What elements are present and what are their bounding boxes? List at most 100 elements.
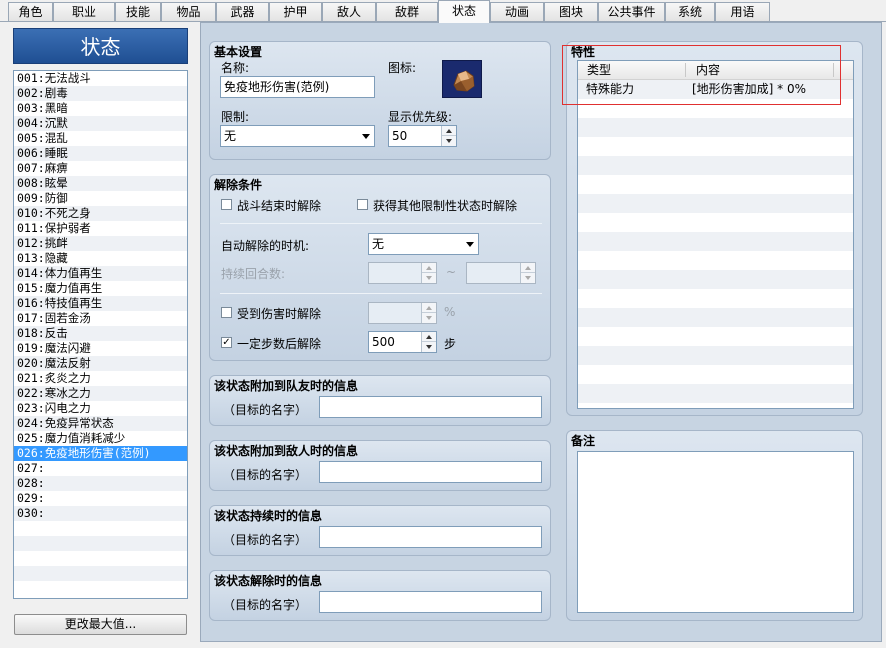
message-persist-panel: 该状态持续时的信息 （目标的名字） <box>209 505 551 556</box>
tab-terms[interactable]: 用语 <box>715 2 770 21</box>
message-ally-input[interactable] <box>319 396 542 418</box>
message-remove-panel: 该状态解除时的信息 （目标的名字） <box>209 570 551 621</box>
tab-armors[interactable]: 护甲 <box>269 2 322 21</box>
steps-label: 一定步数后解除 <box>237 337 322 351</box>
traits-table[interactable]: 类型 内容 特殊能力 [地形伤害加成] * 0% <box>577 60 854 409</box>
tab-tilesets[interactable]: 图块 <box>544 2 598 21</box>
restrict-checkbox[interactable] <box>357 199 368 210</box>
list-item[interactable]: 029: <box>14 491 187 506</box>
table-row[interactable] <box>578 175 853 194</box>
battle-end-checkbox[interactable] <box>221 199 232 210</box>
priority-label: 显示优先级: <box>388 110 453 124</box>
auto-timing-select[interactable]: 无 <box>368 233 479 255</box>
restriction-select[interactable]: 无 <box>220 125 375 147</box>
tab-system[interactable]: 系统 <box>665 2 715 21</box>
spin-buttons[interactable] <box>421 332 436 352</box>
table-row[interactable] <box>578 232 853 251</box>
table-row[interactable] <box>578 308 853 327</box>
message-persist-input[interactable] <box>319 526 542 548</box>
tab-common-events[interactable]: 公共事件 <box>598 2 665 21</box>
table-row[interactable] <box>578 118 853 137</box>
change-max-button[interactable]: 更改最大值... <box>14 614 187 635</box>
message-ally-prefix: （目标的名字） <box>223 403 308 417</box>
list-item[interactable]: 023:闪电之力 <box>14 401 187 416</box>
spin-buttons[interactable] <box>441 126 456 146</box>
list-item[interactable]: 006:睡眠 <box>14 146 187 161</box>
list-item[interactable]: 008:眩晕 <box>14 176 187 191</box>
list-item[interactable]: 002:剧毒 <box>14 86 187 101</box>
list-item[interactable]: 018:反击 <box>14 326 187 341</box>
tab-troops[interactable]: 敌群 <box>376 2 438 21</box>
list-item[interactable]: 010:不死之身 <box>14 206 187 221</box>
tab-skills[interactable]: 技能 <box>115 2 161 21</box>
turns-max-stepper[interactable] <box>466 262 536 284</box>
table-row[interactable] <box>578 156 853 175</box>
tab-actors[interactable]: 角色 <box>8 2 53 21</box>
state-icon-picker[interactable] <box>442 60 482 98</box>
list-item[interactable]: 017:固若金汤 <box>14 311 187 326</box>
damage-stepper[interactable] <box>368 302 437 324</box>
list-item[interactable]: 025:魔力值消耗减少 <box>14 431 187 446</box>
tab-enemies[interactable]: 敌人 <box>322 2 376 21</box>
table-row[interactable] <box>578 270 853 289</box>
list-item[interactable]: 001:无法战斗 <box>14 71 187 86</box>
basic-settings-panel: 基本设置 名称: 免疫地形伤害(范例) 图标: 限制: 无 显示优先级: 50 <box>209 41 551 160</box>
list-item[interactable]: 013:隐藏 <box>14 251 187 266</box>
spin-buttons[interactable] <box>421 303 436 323</box>
table-row[interactable] <box>578 289 853 308</box>
list-item[interactable]: 005:混乱 <box>14 131 187 146</box>
damage-unit: % <box>444 305 456 319</box>
list-item[interactable]: 030: <box>14 506 187 521</box>
tab-weapons[interactable]: 武器 <box>216 2 269 21</box>
list-item[interactable]: 004:沉默 <box>14 116 187 131</box>
list-item[interactable]: 014:体力值再生 <box>14 266 187 281</box>
list-item[interactable]: 028: <box>14 476 187 491</box>
list-item[interactable]: 016:特技值再生 <box>14 296 187 311</box>
spin-buttons[interactable] <box>421 263 436 283</box>
damage-checkbox[interactable] <box>221 307 232 318</box>
list-item[interactable]: 019:魔法闪避 <box>14 341 187 356</box>
tab-classes[interactable]: 职业 <box>53 2 115 21</box>
table-row[interactable] <box>578 194 853 213</box>
name-label: 名称: <box>221 61 250 75</box>
steps-stepper[interactable]: 500 <box>368 331 437 353</box>
list-item[interactable]: 027: <box>14 461 187 476</box>
spin-buttons[interactable] <box>520 263 535 283</box>
message-ally-panel: 该状态附加到队友时的信息 （目标的名字） <box>209 375 551 426</box>
message-remove-input[interactable] <box>319 591 542 613</box>
tab-animations[interactable]: 动画 <box>490 2 544 21</box>
battle-end-label: 战斗结束时解除 <box>237 199 322 213</box>
name-input[interactable]: 免疫地形伤害(范例) <box>220 76 375 98</box>
table-row[interactable] <box>578 251 853 270</box>
list-item[interactable]: 021:炙炎之力 <box>14 371 187 386</box>
table-row[interactable] <box>578 137 853 156</box>
list-item[interactable]: 020:魔法反射 <box>14 356 187 371</box>
tab-bar: 角色 职业 技能 物品 武器 护甲 敌人 敌群 状态 动画 图块 公共事件 系统… <box>0 0 886 23</box>
list-item[interactable]: 022:寒冰之力 <box>14 386 187 401</box>
list-item[interactable]: 015:魔力值再生 <box>14 281 187 296</box>
table-row[interactable] <box>578 365 853 384</box>
list-item[interactable]: 011:保护弱者 <box>14 221 187 236</box>
turns-separator: ~ <box>446 265 457 279</box>
list-item[interactable]: 012:挑衅 <box>14 236 187 251</box>
turns-min-stepper[interactable] <box>368 262 437 284</box>
chevron-down-icon <box>466 242 474 247</box>
damage-label: 受到伤害时解除 <box>237 307 322 321</box>
priority-stepper[interactable]: 50 <box>388 125 457 147</box>
list-item[interactable]: 024:免疫异常状态 <box>14 416 187 431</box>
table-row[interactable] <box>578 213 853 232</box>
steps-checkbox[interactable]: ✓ <box>221 337 232 348</box>
list-item[interactable]: 003:黑暗 <box>14 101 187 116</box>
table-row[interactable] <box>578 327 853 346</box>
list-item[interactable]: 026:免疫地形伤害(范例) <box>14 446 187 461</box>
message-enemy-input[interactable] <box>319 461 542 483</box>
tab-states[interactable]: 状态 <box>438 0 490 23</box>
table-row[interactable] <box>578 384 853 403</box>
state-list[interactable]: 001:无法战斗 002:剧毒 003:黑暗 004:沉默 005:混乱 006:睡眠 00… <box>13 70 188 599</box>
list-item[interactable]: 007:麻痹 <box>14 161 187 176</box>
notes-textarea[interactable] <box>577 451 854 613</box>
tab-items[interactable]: 物品 <box>161 2 216 21</box>
list-item[interactable]: 009:防御 <box>14 191 187 206</box>
steps-unit: 步 <box>444 337 457 351</box>
table-row[interactable] <box>578 346 853 365</box>
